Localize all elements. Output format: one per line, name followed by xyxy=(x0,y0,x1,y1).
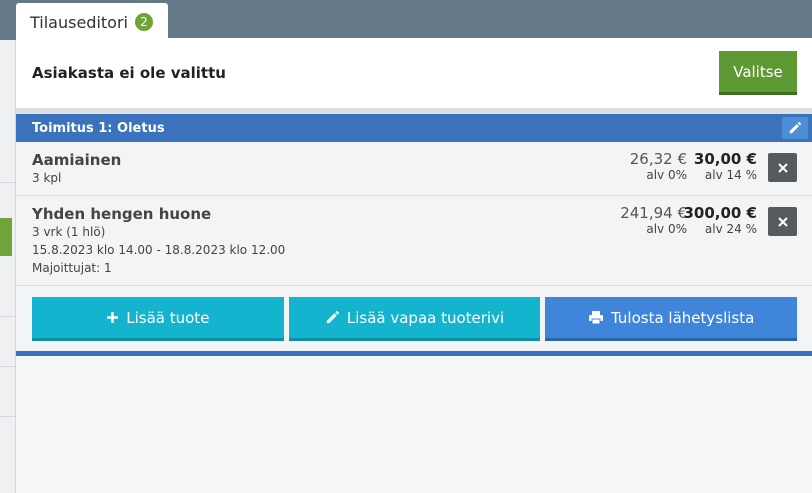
print-list-label: Tulosta lähetyslista xyxy=(611,308,755,327)
delivery-header: Toimitus 1: Oletus xyxy=(16,114,812,142)
add-free-row-button[interactable]: Lisää vapaa tuoterivi xyxy=(288,297,541,341)
item-name: Aamiainen xyxy=(32,151,122,169)
customer-status: Asiakasta ei ole valittu xyxy=(32,64,226,82)
list-item: Yhden hengen huone 3 vrk (1 hlö) 15.8.20… xyxy=(16,196,812,286)
price-incl-vat: 300,00 € alv 24 % xyxy=(683,204,757,236)
item-name: Yhden hengen huone xyxy=(32,205,212,223)
price-excl-value: 26,32 € xyxy=(629,150,687,168)
item-dates: 15.8.2023 klo 14.00 - 18.8.2023 klo 12.0… xyxy=(32,243,286,257)
order-editor-panel: Asiakasta ei ole valittu Valitse Toimitu… xyxy=(16,38,812,493)
action-buttons: Lisää tuote Lisää vapaa tuoterivi Tulost… xyxy=(32,297,798,341)
vat-excl-label: alv 0% xyxy=(646,222,687,236)
item-quantity: 3 vrk (1 hlö) xyxy=(32,225,106,239)
list-item: Aamiainen 3 kpl 26,32 € alv 0% 30,00 € a… xyxy=(16,143,812,196)
remove-item-button[interactable] xyxy=(768,207,797,236)
pencil-icon xyxy=(326,311,339,324)
item-guests: Majoittujat: 1 xyxy=(32,261,112,275)
add-free-row-label: Lisää vapaa tuoterivi xyxy=(346,308,505,327)
price-incl-vat: 30,00 € alv 14 % xyxy=(694,150,757,182)
vat-excl-label: alv 0% xyxy=(646,168,687,182)
close-icon xyxy=(777,216,788,227)
sidebar-divider xyxy=(0,366,16,367)
background-sidebar xyxy=(0,40,16,493)
count-badge: 2 xyxy=(133,12,154,32)
sidebar-divider xyxy=(0,316,16,317)
add-product-button[interactable]: Lisää tuote xyxy=(32,297,284,341)
sidebar-highlight xyxy=(0,218,12,256)
pencil-icon xyxy=(789,121,802,134)
vat-incl-label: alv 14 % xyxy=(704,168,757,182)
sidebar-divider xyxy=(0,416,16,417)
plus-icon xyxy=(107,312,119,323)
delivery-title: Toimitus 1: Oletus xyxy=(32,120,165,136)
sidebar-divider xyxy=(0,182,16,183)
price-excl-vat: 241,94 € alv 0% xyxy=(620,204,687,236)
price-incl-value: 30,00 € xyxy=(693,150,757,168)
print-list-button[interactable]: Tulosta lähetyslista xyxy=(545,297,798,341)
add-product-label: Lisää tuote xyxy=(126,308,210,327)
close-icon xyxy=(777,162,788,173)
price-excl-vat: 26,32 € alv 0% xyxy=(630,150,687,182)
edit-delivery-button[interactable] xyxy=(782,117,808,139)
select-customer-button[interactable]: Valitse xyxy=(719,51,797,95)
order-items: Aamiainen 3 kpl 26,32 € alv 0% 30,00 € a… xyxy=(16,143,812,286)
remove-item-button[interactable] xyxy=(768,153,797,182)
item-quantity: 3 kpl xyxy=(32,171,62,185)
printer-icon xyxy=(589,311,604,325)
customer-header: Asiakasta ei ole valittu Valitse xyxy=(16,38,812,108)
tab-label: Tilauseditori xyxy=(30,12,128,32)
empty-area xyxy=(16,356,812,493)
vat-incl-label: alv 24 % xyxy=(704,222,757,236)
tab-order-editor[interactable]: Tilauseditori 2 xyxy=(16,3,168,41)
price-excl-value: 241,94 € xyxy=(620,204,687,222)
price-incl-value: 300,00 € xyxy=(683,204,757,222)
